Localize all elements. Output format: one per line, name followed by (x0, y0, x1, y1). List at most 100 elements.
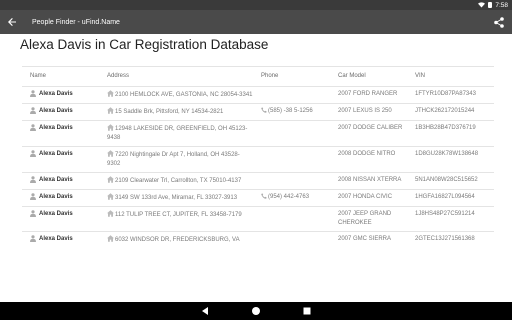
car-model-cell: 2007 LEXUS IS 250 (338, 108, 392, 114)
vin-cell: 5N1AN08W28C515652 (415, 177, 478, 183)
person-name: Alexa Davis (39, 91, 73, 97)
back-triangle-icon[interactable] (200, 306, 210, 316)
person-icon (30, 210, 36, 217)
name-cell: Alexa Davis (22, 190, 99, 206)
table-row[interactable]: Alexa Davis 3149 SW 133rd Ave, Miramar, F… (22, 189, 494, 206)
table-row[interactable]: Alexa Davis 2100 HEMLOCK AVE, GASTONIA, N… (22, 86, 494, 103)
person-name: Alexa Davis (39, 194, 73, 200)
address-text: 2109 Clearwater Trl, Carrollton, TX 7501… (115, 178, 242, 184)
arrow-back-icon (8, 18, 16, 26)
status-icons: 7:58 (478, 0, 508, 10)
home-circle-icon[interactable] (251, 306, 261, 316)
person-name: Alexa Davis (39, 108, 73, 114)
home-icon (107, 193, 114, 200)
column-header-vin: VIN (415, 73, 426, 79)
home-icon (107, 235, 114, 242)
phone-icon (261, 107, 267, 113)
table-row[interactable]: Alexa Davis 7220 Nightingale Dr Apt 7, Ho… (22, 146, 494, 172)
car-model-cell: 2008 NISSAN XTERRA (338, 177, 402, 183)
person-icon (30, 107, 36, 114)
person-name: Alexa Davis (39, 177, 73, 183)
table-row[interactable]: Alexa Davis 112 TULIP TREE CT, JUPITER, F… (22, 206, 494, 231)
vin-cell: 1HGFA16827L094564 (415, 194, 475, 200)
vin-cell: 1J8HS48P27C591214 (415, 211, 475, 217)
share-icon (494, 16, 504, 28)
person-icon (30, 124, 36, 131)
vin-cell: 1B3HB28B47D376719 (415, 125, 476, 131)
car-model-cell: 2007 JEEP GRAND CHEROKEE (338, 211, 392, 226)
address-text: 7220 Nightingale Dr Apt 7, Holland, OH 4… (107, 152, 240, 167)
navigation-bar (0, 302, 512, 320)
phone-text: (585) -38 5-1256 (268, 108, 313, 114)
table-row[interactable]: Alexa Davis 2109 Clearwater Trl, Carrollt… (22, 172, 494, 189)
phone-cell (253, 87, 330, 103)
name-cell: Alexa Davis (22, 104, 99, 120)
results-table: Name Address Phone Car Model VIN Alexa D… (22, 66, 494, 248)
car-model-cell: 2007 FORD RANGER (338, 91, 398, 97)
address-text: 6032 WINDSOR DR, FREDERICKSBURG, VA (115, 237, 240, 243)
phone-icon (261, 193, 267, 199)
battery-icon (488, 2, 493, 8)
person-name: Alexa Davis (39, 211, 73, 217)
address-text: 2100 HEMLOCK AVE, GASTONIA, NC 28054-334… (115, 92, 253, 98)
person-icon (30, 150, 36, 157)
address-text: 15 Saddle Brk, Pittsford, NY 14534-2821 (115, 109, 224, 115)
status-time: 7:58 (495, 1, 508, 9)
vin-cell: 2GTEC13J271561368 (415, 236, 475, 242)
car-model-cell: 2007 DODGE CALIBER (338, 125, 403, 131)
name-cell: Alexa Davis (22, 232, 99, 248)
share-button[interactable] (492, 15, 506, 29)
person-name: Alexa Davis (39, 125, 73, 131)
address-cell: 2109 Clearwater Trl, Carrollton, TX 7501… (99, 173, 253, 189)
address-cell: 2100 HEMLOCK AVE, GASTONIA, NC 28054-334… (99, 87, 253, 103)
person-icon (30, 193, 36, 200)
vin-cell: 1FTYR10D87PA87343 (415, 91, 476, 97)
table-header: Name Address Phone Car Model VIN (22, 66, 494, 86)
address-text: 112 TULIP TREE CT, JUPITER, FL 33458-717… (115, 212, 242, 218)
address-cell: 12948 LAKESIDE DR, GREENFIELD, OH 45123-… (99, 121, 253, 146)
person-icon (30, 90, 36, 97)
address-cell: 112 TULIP TREE CT, JUPITER, FL 33458-717… (99, 207, 253, 231)
recents-square-icon[interactable] (302, 306, 312, 316)
back-button[interactable] (0, 10, 24, 34)
name-cell: Alexa Davis (22, 173, 99, 189)
name-cell: Alexa Davis (22, 87, 99, 103)
phone-text: (954) 442-4763 (268, 194, 310, 200)
main-content: Alexa Davis in Car Registration Database… (0, 34, 512, 302)
person-icon (30, 176, 36, 183)
phone-cell (253, 147, 330, 172)
phone-cell (253, 232, 330, 248)
table-row[interactable]: Alexa Davis 6032 WINDSOR DR, FREDERICKSBU… (22, 231, 494, 248)
phone-cell: (585) -38 5-1256 (253, 104, 330, 120)
table-body: Alexa Davis 2100 HEMLOCK AVE, GASTONIA, N… (22, 86, 494, 248)
table-row[interactable]: Alexa Davis 12948 LAKESIDE DR, GREENFIELD… (22, 120, 494, 146)
name-cell: Alexa Davis (22, 207, 99, 231)
column-header-car-model: Car Model (338, 73, 366, 79)
column-header-phone: Phone (261, 73, 279, 79)
person-name: Alexa Davis (39, 236, 73, 242)
home-icon (107, 176, 114, 183)
address-cell: 7220 Nightingale Dr Apt 7, Holland, OH 4… (99, 147, 253, 172)
column-header-name: Name (30, 73, 47, 79)
person-name: Alexa Davis (39, 151, 73, 157)
status-bar: 7:58 (0, 0, 512, 10)
phone-cell (253, 207, 330, 231)
phone-cell (253, 121, 330, 146)
address-cell: 15 Saddle Brk, Pittsford, NY 14534-2821 (99, 104, 253, 120)
page-title: Alexa Davis in Car Registration Database (20, 37, 269, 52)
home-icon (107, 210, 114, 217)
address-text: 12948 LAKESIDE DR, GREENFIELD, OH 45123-… (107, 126, 248, 141)
address-cell: 6032 WINDSOR DR, FREDERICKSBURG, VA (99, 232, 253, 248)
phone-cell (253, 173, 330, 189)
name-cell: Alexa Davis (22, 121, 99, 146)
address-cell: 3149 SW 133rd Ave, Miramar, FL 33027-391… (99, 190, 253, 206)
app-bar: People Finder - uFind.Name (0, 10, 512, 34)
car-model-cell: 2007 GMC SIERRA (338, 236, 392, 242)
address-text: 3149 SW 133rd Ave, Miramar, FL 33027-391… (115, 195, 238, 201)
table-row[interactable]: Alexa Davis 15 Saddle Brk, Pittsford, NY … (22, 103, 494, 120)
column-header-address: Address (107, 73, 130, 79)
home-icon (107, 150, 114, 157)
vin-cell: 1D8GU28K78W138648 (415, 151, 479, 157)
vin-cell: JTHCK262172015244 (415, 108, 475, 114)
person-icon (30, 235, 36, 242)
